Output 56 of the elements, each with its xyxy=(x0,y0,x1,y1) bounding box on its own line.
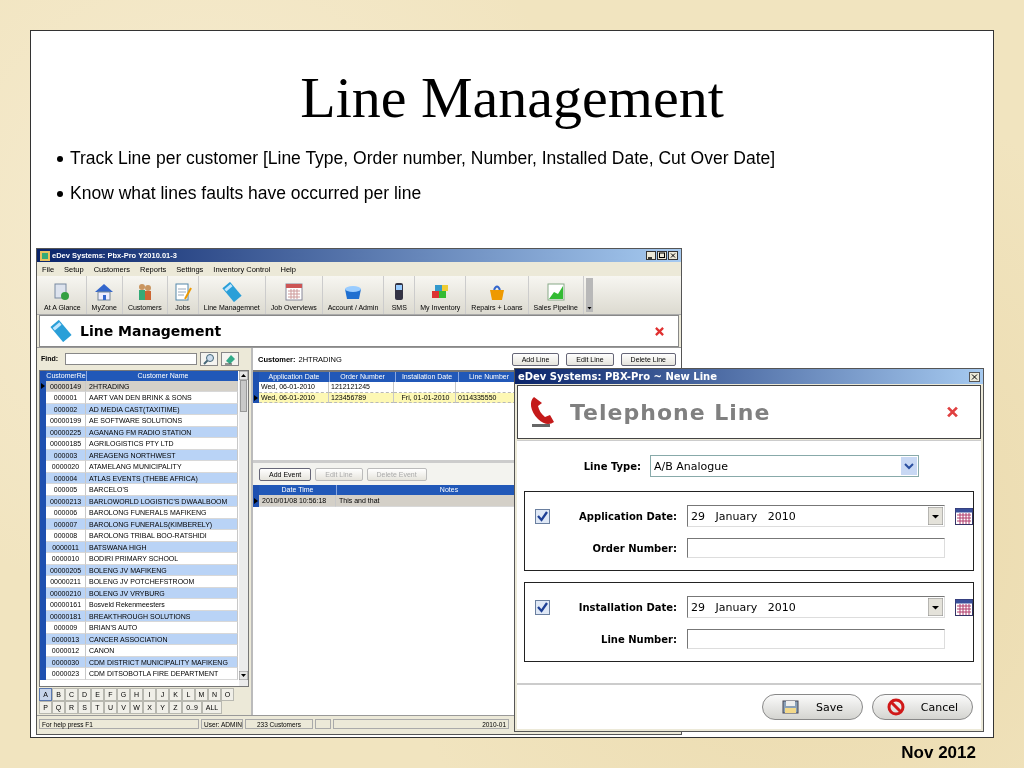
calendar-icon[interactable] xyxy=(955,598,973,616)
date-value: 29 January 2010 xyxy=(691,509,796,523)
app-icon xyxy=(40,250,50,261)
row-pointer-icon xyxy=(254,394,258,401)
search-button[interactable] xyxy=(200,351,219,366)
dropdown-arrow-icon xyxy=(928,598,943,616)
scrollbar[interactable] xyxy=(239,370,248,686)
field-label: Installation Date: xyxy=(577,601,677,613)
calendar-icon xyxy=(283,282,304,302)
overflow-icon[interactable] xyxy=(585,278,593,312)
scroll-thumb[interactable] xyxy=(240,379,247,412)
bullet-icon xyxy=(57,190,63,197)
input-field[interactable] xyxy=(687,629,945,649)
row-header[interactable] xyxy=(253,495,259,507)
row-pointer-icon xyxy=(41,383,45,390)
dropdown-arrow-icon xyxy=(928,507,943,525)
chevron-down-icon xyxy=(901,457,917,475)
house-icon xyxy=(94,282,115,302)
slide-date: Nov 2012 xyxy=(901,743,976,763)
field-label: Line Type: xyxy=(582,460,641,472)
find-field[interactable] xyxy=(65,352,198,365)
input-field[interactable] xyxy=(687,538,945,558)
search-icon xyxy=(203,352,216,365)
eraser-icon xyxy=(224,352,237,365)
close-icon[interactable] xyxy=(655,326,664,336)
field-label: Order Number: xyxy=(591,542,677,554)
date-picker[interactable]: 29 January 2010 xyxy=(687,596,945,618)
chart-icon xyxy=(545,282,566,302)
dialog-button[interactable]: Save xyxy=(762,694,863,720)
checkbox[interactable] xyxy=(535,508,550,524)
calendar-icon[interactable] xyxy=(955,507,973,525)
prohibited-icon xyxy=(886,698,905,716)
date-value: 29 January 2010 xyxy=(691,600,796,614)
bullet-text: Track Line per customer [Line Type, Order number, Number, Installed Date, Cut Over Date] xyxy=(70,148,776,169)
checkbox[interactable] xyxy=(535,599,550,615)
row-pointer-icon xyxy=(254,497,258,504)
dialog-button[interactable]: Cancel xyxy=(872,694,973,720)
panel-title: Line Management xyxy=(80,323,223,339)
slide-title: Line Management xyxy=(299,64,725,129)
scroll-down-icon[interactable] xyxy=(239,671,248,680)
close-icon[interactable] xyxy=(668,251,678,260)
notepad-icon xyxy=(172,282,193,302)
close-icon[interactable] xyxy=(969,371,980,382)
bullet-icon xyxy=(57,155,63,162)
maximize-icon[interactable] xyxy=(657,251,667,260)
line-type-dropdown[interactable]: A/B Analogue xyxy=(650,455,919,477)
dialog-title: eDev Systems: PBX-Pro ~ New Line xyxy=(518,371,717,382)
field-label: Application Date: xyxy=(578,510,677,522)
bullet-text: Know what lines faults have occurred per line xyxy=(70,183,422,204)
scroll-up-icon[interactable] xyxy=(239,370,248,380)
status-panel xyxy=(315,718,331,729)
date-picker[interactable]: 29 January 2010 xyxy=(687,505,945,527)
row-header[interactable] xyxy=(253,392,259,403)
dropdown-value: A/B Analogue xyxy=(654,459,729,473)
minimize-icon[interactable] xyxy=(646,251,656,260)
field-label: Line Number: xyxy=(600,633,677,645)
